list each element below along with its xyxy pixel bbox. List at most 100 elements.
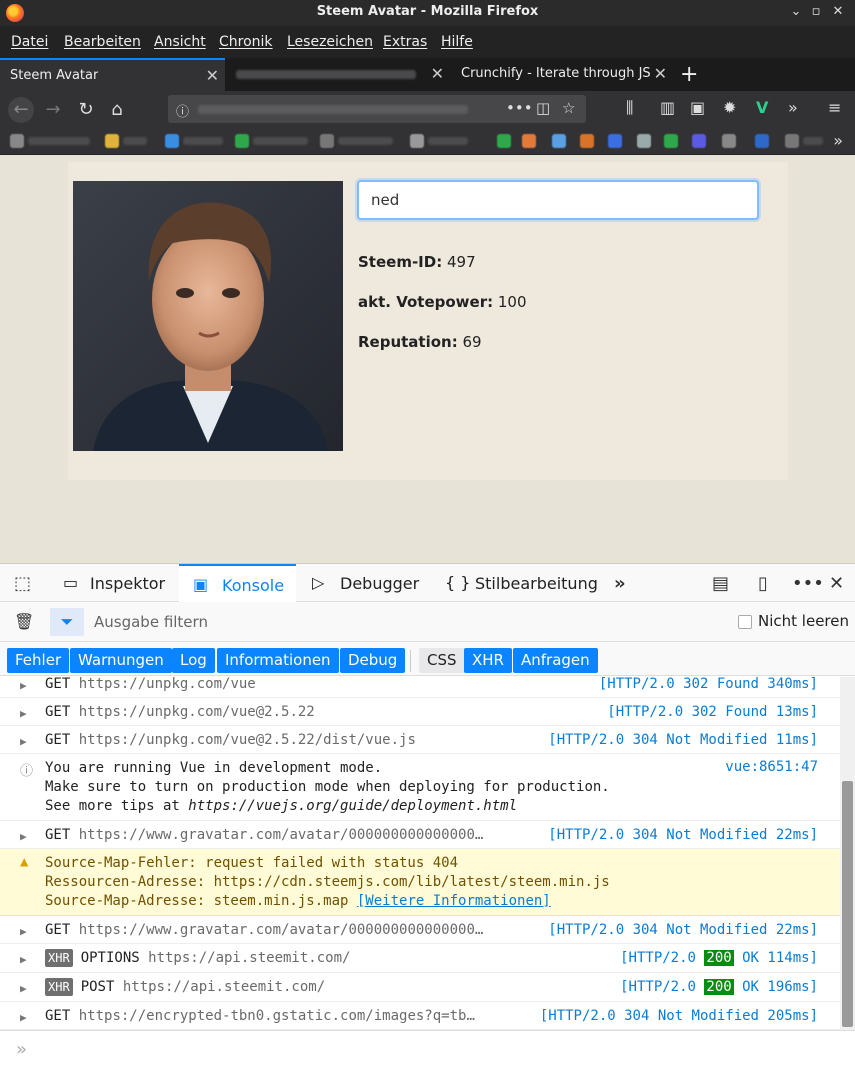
new-tab-icon[interactable]: + bbox=[680, 62, 698, 87]
reload-icon[interactable]: ↻ bbox=[73, 97, 99, 123]
hamburger-menu-icon[interactable]: ≡ bbox=[828, 98, 841, 117]
filter-anfragen-button[interactable]: Anfragen bbox=[513, 648, 598, 673]
forward-icon[interactable]: → bbox=[40, 97, 66, 123]
request-status[interactable]: [HTTP/2.0 304 Not Modified 205ms] bbox=[540, 1008, 818, 1024]
expand-arrow-icon[interactable]: ▶ bbox=[20, 982, 27, 995]
console-network-row[interactable]: ▶ GET https://www.gravatar.com/avatar/00… bbox=[0, 916, 840, 944]
menu-ansicht[interactable]: Ansicht bbox=[154, 34, 206, 50]
expand-arrow-icon[interactable]: ▶ bbox=[20, 953, 27, 966]
filter-fehler-button[interactable]: Fehler bbox=[7, 648, 70, 673]
console-network-row[interactable]: ▶ GET https://unpkg.com/vue@2.5.22/dist/… bbox=[0, 726, 840, 754]
persist-logs-checkbox[interactable] bbox=[738, 615, 752, 629]
request-url[interactable]: https://www.gravatar.com/avatar/00000000… bbox=[79, 827, 484, 843]
console-xhr-row[interactable]: ▶ XHR POST https://api.steemit.com/ [HTTP… bbox=[0, 973, 840, 1002]
tab-close-icon[interactable]: ✕ bbox=[431, 64, 444, 83]
settings-extension-icon[interactable]: ✹ bbox=[723, 98, 736, 117]
console-network-row[interactable]: ▶ GET https://unpkg.com/vue@2.5.22 [HTTP… bbox=[0, 698, 840, 726]
filter-warnungen-button[interactable]: Warnungen bbox=[70, 648, 172, 673]
tab-crunchify[interactable]: Crunchify - Iterate through JSON ✕ bbox=[451, 58, 673, 91]
back-icon[interactable]: ← bbox=[8, 97, 34, 123]
vue-devtools-icon[interactable]: V bbox=[756, 98, 768, 117]
maximize-icon[interactable]: ▫ bbox=[808, 4, 824, 20]
request-url[interactable]: https://www.gravatar.com/avatar/00000000… bbox=[79, 922, 484, 938]
menu-extras[interactable]: Extras bbox=[383, 34, 427, 50]
request-url[interactable]: https://unpkg.com/vue@2.5.22/dist/vue.js bbox=[79, 732, 416, 748]
element-picker-icon[interactable]: ⬚ bbox=[14, 573, 31, 594]
page-actions-icon[interactable]: ••• bbox=[506, 99, 533, 117]
tab-local-file[interactable]: ✕ bbox=[226, 58, 450, 91]
menu-bearbeiten[interactable]: Bearbeiten bbox=[64, 34, 141, 50]
filter-log-button[interactable]: Log bbox=[172, 648, 215, 673]
request-url[interactable]: https://encrypted-tbn0.gstatic.com/image… bbox=[79, 1008, 475, 1024]
request-url[interactable]: https://unpkg.com/vue@2.5.22 bbox=[79, 704, 315, 720]
close-window-icon[interactable]: ✕ bbox=[830, 4, 846, 20]
responsive-design-icon[interactable]: ▯ bbox=[758, 573, 768, 594]
name-search-input[interactable] bbox=[357, 180, 759, 220]
scrollbar-thumb[interactable] bbox=[842, 781, 853, 1027]
home-icon[interactable]: ⌂ bbox=[104, 97, 130, 123]
request-status[interactable]: [HTTP/2.0 304 Not Modified 11ms] bbox=[548, 732, 818, 748]
request-status[interactable]: [HTTP/2.0 302 Found 13ms] bbox=[607, 704, 818, 720]
tab-inspektor[interactable]: ▭ Inspektor bbox=[55, 564, 175, 602]
sidebar-icon[interactable]: ▥ bbox=[660, 98, 675, 117]
request-url[interactable]: https://api.steemit.com/ bbox=[148, 950, 350, 966]
console-xhr-row[interactable]: ▶ XHR OPTIONS https://api.steemit.com/ [H… bbox=[0, 944, 840, 973]
console-network-row[interactable]: ▶ GET https://www.gravatar.com/avatar/00… bbox=[0, 821, 840, 849]
expand-arrow-icon[interactable]: ▶ bbox=[20, 925, 27, 938]
library-icon[interactable]: ⫼ bbox=[626, 98, 633, 118]
filter-css-button[interactable]: CSS bbox=[419, 648, 465, 673]
bookmark-star-icon[interactable]: ☆ bbox=[562, 99, 575, 117]
expand-arrow-icon[interactable]: ▶ bbox=[20, 735, 27, 748]
tab-stilbearbeitung[interactable]: { } Stilbearbeitung bbox=[437, 564, 607, 602]
filter-informationen-button[interactable]: Informationen bbox=[217, 648, 339, 673]
console-network-row[interactable]: ▶ GET https://unpkg.com/vue [HTTP/2.0 30… bbox=[0, 677, 840, 698]
tab-debugger[interactable]: ▷ Debugger bbox=[302, 564, 427, 602]
stat-label: Reputation: bbox=[358, 333, 458, 351]
filter-toggle-icon[interactable]: ⏷ bbox=[50, 608, 84, 636]
filter-output-input[interactable]: Ausgabe filtern bbox=[94, 613, 208, 631]
request-url[interactable]: https://api.steemit.com/ bbox=[123, 979, 325, 995]
more-tools-chevron-icon[interactable]: » bbox=[614, 573, 626, 594]
split-console-icon[interactable]: ▤ bbox=[712, 573, 729, 594]
reader-extension-icon[interactable]: ▣ bbox=[690, 98, 705, 117]
clear-console-trash-icon[interactable]: 🗑 bbox=[14, 612, 34, 631]
request-url[interactable]: https://unpkg.com/vue bbox=[79, 677, 256, 692]
menu-hilfe[interactable]: Hilfe bbox=[441, 34, 473, 50]
filter-debug-button[interactable]: Debug bbox=[340, 648, 406, 673]
expand-arrow-icon[interactable]: ▶ bbox=[20, 707, 27, 720]
request-status[interactable]: [HTTP/2.0 304 Not Modified 22ms] bbox=[548, 922, 818, 938]
request-status[interactable]: [HTTP/2.0 304 Not Modified 22ms] bbox=[548, 827, 818, 843]
source-location-link[interactable]: vue:8651:47 bbox=[725, 759, 818, 775]
tab-steem-avatar[interactable]: Steem Avatar ✕ bbox=[0, 58, 225, 91]
console-input[interactable]: » bbox=[0, 1030, 855, 1069]
expand-arrow-icon[interactable]: ▶ bbox=[20, 830, 27, 843]
console-network-row[interactable]: ▶ GET https://encrypted-tbn0.gstatic.com… bbox=[0, 1002, 840, 1030]
deployment-docs-link[interactable]: https://vuejs.org/guide/deployment.html bbox=[188, 798, 517, 814]
close-devtools-icon[interactable]: ✕ bbox=[829, 573, 844, 594]
expand-arrow-icon[interactable]: ▶ bbox=[20, 679, 27, 692]
tab-konsole[interactable]: ▣ Konsole bbox=[179, 564, 296, 602]
minimize-icon[interactable]: ⌄ bbox=[788, 4, 804, 20]
pocket-icon[interactable]: ◫ bbox=[536, 99, 550, 117]
more-info-link[interactable]: [Weitere Informationen] bbox=[357, 893, 551, 909]
menu-chronik[interactable]: Chronik bbox=[219, 34, 273, 50]
expand-arrow-icon[interactable]: ▶ bbox=[20, 1011, 27, 1024]
menu-lesezeichen[interactable]: Lesezeichen bbox=[287, 34, 373, 50]
console-scrollbar[interactable] bbox=[840, 677, 855, 1030]
stat-value: 497 bbox=[447, 253, 476, 271]
filter-xhr-button[interactable]: XHR bbox=[464, 648, 512, 673]
tab-close-icon[interactable]: ✕ bbox=[654, 64, 667, 83]
info-icon[interactable]: ⓘ bbox=[176, 101, 189, 120]
page-content: Steem-ID: 497 akt. Votepower: 100 Reputa… bbox=[0, 155, 855, 563]
menu-datei[interactable]: Datei bbox=[11, 34, 48, 50]
overflow-chevron-icon[interactable]: » bbox=[788, 98, 798, 117]
bookmarks-overflow-icon[interactable]: » bbox=[833, 131, 843, 150]
request-status[interactable]: [HTTP/2.0 302 Found 340ms] bbox=[599, 677, 818, 692]
status-ok-badge: 200 bbox=[704, 979, 734, 995]
profile-card: Steem-ID: 497 akt. Votepower: 100 Reputa… bbox=[68, 162, 788, 480]
request-status[interactable]: [HTTP/2.0 200 OK 114ms] bbox=[620, 950, 818, 966]
devtools-menu-icon[interactable]: ••• bbox=[792, 573, 824, 594]
tab-close-icon[interactable]: ✕ bbox=[206, 66, 219, 85]
url-bar[interactable]: ⓘ ••• ◫ ☆ bbox=[168, 95, 586, 123]
request-status[interactable]: [HTTP/2.0 200 OK 196ms] bbox=[620, 979, 818, 995]
